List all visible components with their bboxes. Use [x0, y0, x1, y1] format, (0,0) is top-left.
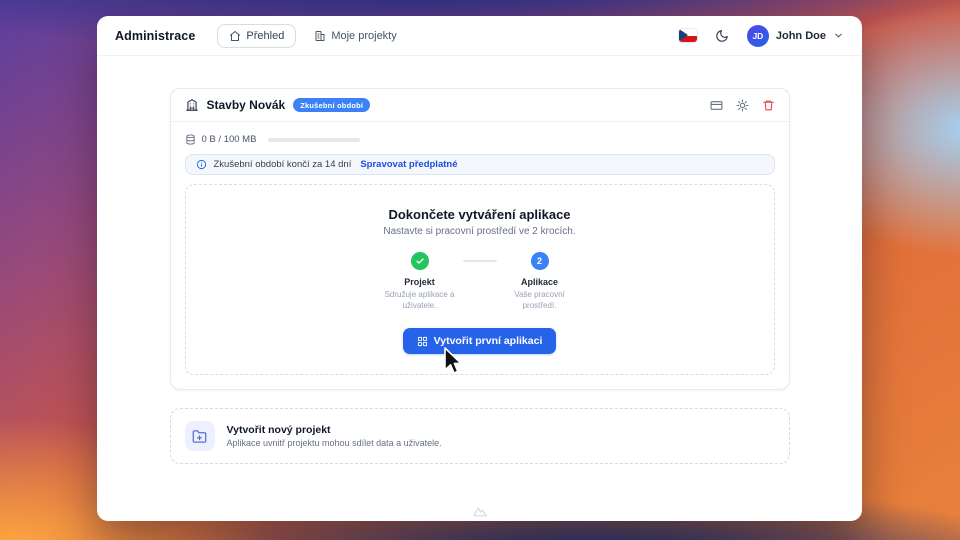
tab-label: Přehled — [246, 30, 284, 42]
user-name: John Doe — [776, 30, 826, 42]
trial-badge: Zkušební období — [293, 98, 370, 112]
tab-label: Moje projekty — [331, 30, 396, 42]
storage-usage-row: 0 B / 100 MB — [185, 134, 775, 145]
home-icon — [229, 30, 241, 42]
flag-blue-triangle — [679, 29, 688, 41]
folder-plus-icon — [192, 429, 207, 444]
new-project-title: Vytvořit nový projekt — [227, 424, 442, 436]
step-label: Aplikace — [521, 277, 558, 287]
manage-subscription-link[interactable]: Spravovat předplatné — [360, 159, 457, 170]
trial-banner-text: Zkušební období končí za 14 dní — [214, 159, 352, 170]
tab-moje-projekty[interactable]: Moje projekty — [302, 24, 408, 48]
storage-usage-text: 0 B / 100 MB — [202, 134, 257, 145]
step-done-check-icon — [411, 252, 429, 270]
database-icon — [185, 134, 196, 145]
app-window: Administrace Přehled Moje projekty — [97, 16, 862, 521]
theme-toggle-button[interactable] — [709, 23, 735, 49]
app-grid-icon — [417, 336, 428, 347]
mountain-logo-icon — [472, 505, 487, 517]
step-label: Projekt — [404, 277, 435, 287]
trial-banner: Zkušební období končí za 14 dní Spravova… — [185, 154, 775, 175]
app-title: Administrace — [115, 29, 195, 43]
czech-flag-icon[interactable] — [679, 29, 697, 42]
step-caption: Sdružuje aplikace a uživatele. — [378, 289, 462, 311]
trash-icon[interactable] — [762, 99, 775, 112]
gear-icon[interactable] — [736, 99, 749, 112]
step-number-badge: 2 — [531, 252, 549, 270]
tab-bar: Přehled Moje projekty — [217, 24, 408, 48]
billing-card-icon[interactable] — [710, 99, 723, 112]
onboarding-stepper: Projekt Sdružuje aplikace a uživatele. 2… — [202, 252, 758, 311]
stepper-connector — [463, 260, 497, 262]
create-new-project-card[interactable]: Vytvořit nový projekt Aplikace uvnitř pr… — [170, 408, 790, 464]
organization-card-body: 0 B / 100 MB Zkušební období končí za 14… — [171, 122, 789, 389]
tab-prehled[interactable]: Přehled — [217, 24, 296, 48]
organization-card-header: Stavby Novák Zkušební období — [171, 89, 789, 121]
chevron-down-icon — [833, 30, 844, 41]
info-icon — [196, 159, 207, 170]
header-right-controls: JD John Doe — [679, 23, 844, 49]
organization-card: Stavby Novák Zkušební období — [170, 88, 790, 390]
create-first-app-label: Vytvořit první aplikaci — [434, 335, 543, 347]
step-projekt: Projekt Sdružuje aplikace a uživatele. — [377, 252, 463, 311]
buildings-icon — [314, 30, 326, 42]
moon-icon — [715, 29, 729, 43]
onboarding-subtitle: Nastavte si pracovní prostředí ve 2 kroc… — [202, 226, 758, 237]
step-aplikace: 2 Aplikace Vaše pracovní prostředí. — [497, 252, 583, 311]
avatar: JD — [747, 25, 769, 47]
new-project-subtitle: Aplikace uvnitř projektu mohou sdílet da… — [227, 438, 442, 448]
building-icon — [185, 98, 199, 112]
user-menu[interactable]: JD John Doe — [747, 25, 844, 47]
main-content: Stavby Novák Zkušební období — [97, 56, 862, 464]
onboarding-panel: Dokončete vytváření aplikace Nastavte si… — [185, 184, 775, 375]
window-header: Administrace Přehled Moje projekty — [97, 16, 862, 56]
folder-tile — [185, 421, 215, 451]
organization-actions — [710, 99, 775, 112]
create-first-app-button[interactable]: Vytvořit první aplikaci — [403, 328, 557, 354]
storage-progress-bar — [268, 138, 360, 142]
onboarding-title: Dokončete vytváření aplikace — [202, 207, 758, 222]
new-project-texts: Vytvořit nový projekt Aplikace uvnitř pr… — [227, 424, 442, 448]
step-caption: Vaše pracovní prostředí. — [498, 289, 582, 311]
organization-name: Stavby Novák — [207, 98, 286, 112]
